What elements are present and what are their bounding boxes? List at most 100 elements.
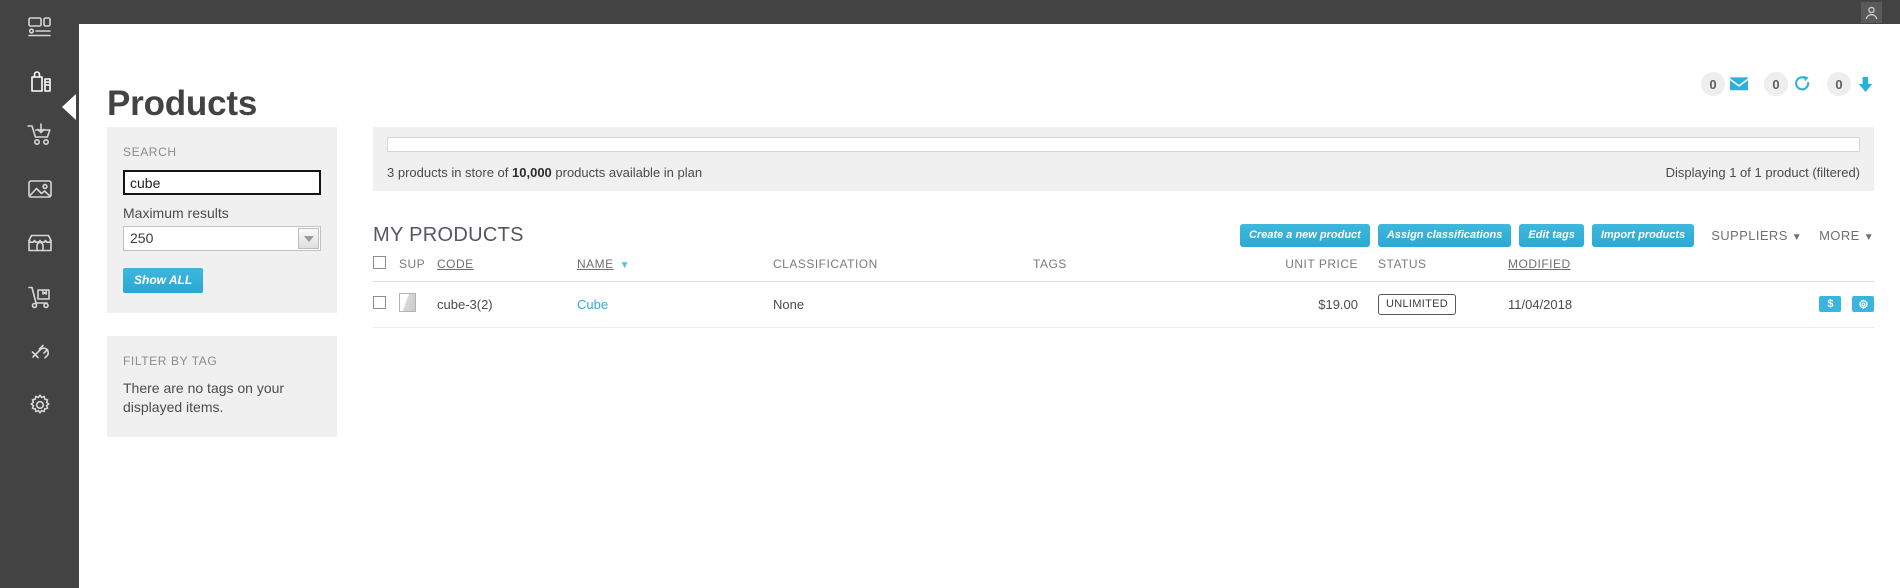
assign-classifications-button[interactable]: Assign classifications [1377, 224, 1512, 247]
row-tags [1033, 281, 1233, 328]
page-content: Products 0 0 0 SEARCH cube Maximum resul… [79, 24, 1900, 588]
suppliers-dropdown[interactable]: SUPPLIERS ▼ [1711, 228, 1802, 243]
envelope-icon[interactable] [1730, 75, 1748, 93]
table-header-row: SUP CODE NAME ▼ CLASSIFICATION TAGS UNIT … [373, 256, 1874, 282]
section-actions: Create a new product Assign classificati… [1232, 224, 1874, 247]
hand-truck-icon [26, 285, 54, 309]
sync-count: 0 [1764, 72, 1788, 96]
store-capacity-pre: 3 products in store of [387, 165, 513, 180]
products-bag-icon [27, 69, 53, 93]
row-unit-price: $19.00 [1233, 281, 1358, 328]
main-column: 3 products in store of 10,000 products a… [373, 127, 1874, 328]
left-filter-column: SEARCH Maximum results 250 Show ALL FILT… [107, 127, 337, 437]
row-tools-cell: $ [1738, 281, 1874, 328]
row-select-cell [373, 281, 399, 328]
download-arrow-icon[interactable] [1856, 75, 1874, 93]
top-bar [79, 0, 1900, 24]
create-a-new-product-button[interactable]: Create a new product [1239, 224, 1370, 247]
maximum-results-label: Maximum results [123, 205, 229, 221]
messages-counter[interactable]: 0 [1701, 72, 1748, 96]
store-capacity-text: 3 products in store of 10,000 products a… [387, 165, 702, 180]
product-name-link[interactable]: Cube [577, 297, 608, 312]
search-input[interactable] [123, 170, 321, 195]
products-table-body: cube-3(2) Cube None $19.00 UNLIMITED 11/… [373, 281, 1874, 328]
header-name[interactable]: NAME ▼ [577, 256, 773, 282]
user-avatar-icon [1864, 5, 1879, 20]
chevron-down-icon: ▼ [1791, 232, 1803, 243]
header-sup: SUP [399, 256, 437, 282]
quick-filter-input[interactable] [387, 137, 1860, 152]
row-status-cell: UNLIMITED [1358, 281, 1508, 328]
header-tools [1738, 256, 1874, 282]
show-all-button[interactable]: Show ALL [123, 268, 204, 293]
status-badge: UNLIMITED [1378, 293, 1456, 315]
row-supplier-cell [399, 281, 437, 328]
products-table: SUP CODE NAME ▼ CLASSIFICATION TAGS UNIT … [373, 256, 1874, 328]
main-sidebar [0, 0, 79, 588]
sidebar-item-dashboard[interactable] [0, 0, 79, 54]
header-select-all [373, 256, 399, 282]
downloads-count: 0 [1827, 72, 1851, 96]
chevron-down-icon[interactable] [298, 228, 319, 249]
sidebar-item-integrations[interactable] [0, 324, 79, 378]
tag-filter-panel: FILTER BY TAG There are no tags on your … [107, 336, 337, 437]
image-icon [27, 178, 53, 200]
maximum-results-value: 250 [123, 226, 321, 251]
search-panel-label: SEARCH [123, 145, 177, 159]
edit-tags-button[interactable]: Edit tags [1519, 224, 1584, 247]
store-info-row: 3 products in store of 10,000 products a… [387, 165, 1860, 180]
products-table-head: SUP CODE NAME ▼ CLASSIFICATION TAGS UNIT … [373, 256, 1874, 282]
suppliers-dropdown-label: SUPPLIERS [1711, 228, 1788, 243]
header-unit-price: UNIT PRICE [1233, 256, 1358, 282]
downloads-counter[interactable]: 0 [1827, 72, 1874, 96]
header-modified[interactable]: MODIFIED [1508, 256, 1738, 282]
tag-filter-label: FILTER BY TAG [123, 354, 218, 368]
more-dropdown-label: MORE [1819, 228, 1860, 243]
import-products-button[interactable]: Import products [1591, 224, 1695, 247]
table-row[interactable]: cube-3(2) Cube None $19.00 UNLIMITED 11/… [373, 281, 1874, 328]
store-info-panel: 3 products in store of 10,000 products a… [373, 127, 1874, 191]
sidebar-nav-list [0, 0, 79, 432]
products-page: Products 0 0 0 SEARCH cube Maximum resul… [0, 0, 1900, 588]
sync-counter[interactable]: 0 [1764, 72, 1811, 96]
row-classification: None [773, 281, 1033, 328]
cart-download-icon [26, 123, 54, 147]
product-thumbnail-icon [399, 293, 416, 312]
more-dropdown[interactable]: MORE ▼ [1819, 228, 1874, 243]
search-panel: SEARCH Maximum results 250 Show ALL [107, 127, 337, 313]
sort-descending-icon: ▼ [619, 260, 631, 271]
tag-filter-empty-message: There are no tags on your displayed item… [123, 380, 285, 415]
gear-icon [28, 393, 52, 417]
displaying-text: Displaying 1 of 1 product (filtered) [1665, 165, 1860, 180]
row-code: cube-3(2) [437, 281, 577, 328]
select-all-checkbox[interactable] [373, 256, 386, 269]
header-classification: CLASSIFICATION [773, 256, 1033, 282]
chevron-down-icon: ▼ [1863, 232, 1874, 243]
sidebar-item-shipping[interactable] [0, 270, 79, 324]
row-checkbox[interactable] [373, 296, 386, 309]
sidebar-item-store[interactable] [0, 216, 79, 270]
price-button[interactable]: $ [1819, 296, 1842, 313]
sidebar-item-media[interactable] [0, 162, 79, 216]
row-modified: 11/04/2018 [1508, 281, 1738, 328]
plan-limit: 10,000 [512, 165, 552, 180]
messages-count: 0 [1701, 72, 1725, 96]
header-tags: TAGS [1033, 256, 1233, 282]
row-name-cell: Cube [577, 281, 773, 328]
maximum-results-select[interactable]: 250 [123, 226, 321, 251]
refresh-icon[interactable] [1793, 75, 1811, 93]
active-item-pointer [62, 94, 76, 120]
store-capacity-post: products available in plan [551, 165, 703, 180]
settings-button[interactable] [1852, 296, 1874, 313]
header-status: STATUS [1358, 256, 1508, 282]
header-code[interactable]: CODE [437, 256, 577, 282]
sidebar-item-settings[interactable] [0, 378, 79, 432]
section-title: MY PRODUCTS [373, 224, 524, 246]
products-section-header: MY PRODUCTS Create a new product Assign … [373, 224, 1874, 256]
header-counters: 0 0 0 [1685, 72, 1874, 96]
gear-icon [1858, 299, 1868, 309]
plug-icon [27, 339, 53, 363]
page-title: Products [107, 84, 258, 124]
avatar[interactable] [1861, 2, 1882, 23]
dashboard-icon [27, 16, 53, 38]
